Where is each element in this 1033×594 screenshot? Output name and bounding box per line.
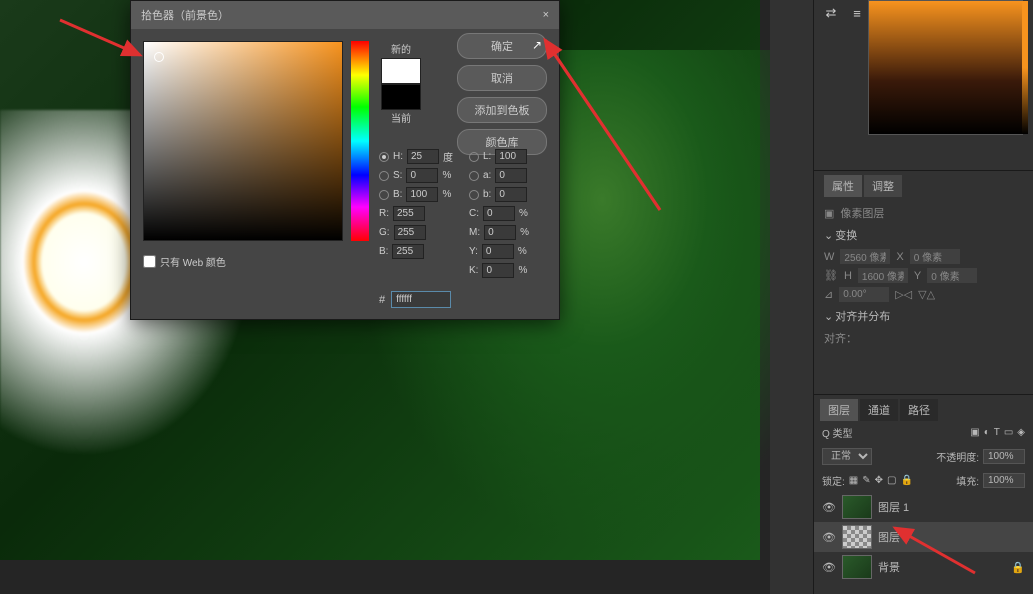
y-pos-input[interactable] bbox=[927, 268, 977, 283]
angle-icon: ⊿ bbox=[824, 288, 833, 301]
align-section[interactable]: 对齐并分布 bbox=[824, 304, 1023, 328]
align-label: 对齐： bbox=[824, 328, 1023, 348]
right-panel: ⇄ ≡ A| ¶ 属性 调整 ▣像素图层 变换 W X ⛓ H Y ⊿ ▷◁ ▽… bbox=[813, 0, 1033, 594]
radio-b[interactable] bbox=[469, 190, 479, 200]
flip-v-icon[interactable]: ▽△ bbox=[918, 288, 935, 301]
web-only-label: 只有 Web 颜色 bbox=[160, 254, 226, 269]
current-color-label: 当前 bbox=[381, 110, 421, 125]
layer-thumb bbox=[842, 555, 872, 579]
c-input[interactable] bbox=[483, 206, 515, 221]
lock-brush-icon[interactable]: ✎ bbox=[862, 475, 870, 486]
filter-shape-icon[interactable]: ▭ bbox=[1004, 427, 1013, 438]
visibility-icon[interactable]: 👁 bbox=[822, 501, 836, 514]
layer-name: 背景 bbox=[878, 559, 900, 575]
layer-thumb bbox=[842, 495, 872, 519]
tab-properties[interactable]: 属性 bbox=[824, 175, 862, 197]
width-input[interactable] bbox=[840, 249, 890, 264]
tab-paths[interactable]: 路径 bbox=[900, 399, 938, 421]
color-picker-dialog: 拾色器（前景色） × 新的 当前 确定 取消 添加到色板 颜色库 H:度 L: … bbox=[130, 0, 560, 320]
visibility-icon[interactable]: 👁 bbox=[822, 531, 836, 544]
radio-l[interactable] bbox=[469, 152, 479, 162]
l-input[interactable] bbox=[495, 149, 527, 164]
opacity-input[interactable] bbox=[983, 449, 1025, 464]
layer-row-2[interactable]: 👁 图层 2 bbox=[814, 522, 1033, 552]
hue-slider[interactable] bbox=[351, 41, 369, 241]
layer-row-1[interactable]: 👁 图层 1 bbox=[814, 492, 1033, 522]
tab-adjustments[interactable]: 调整 bbox=[864, 175, 902, 197]
link-icon[interactable]: ⛓ bbox=[824, 269, 838, 282]
m-input[interactable] bbox=[484, 225, 516, 240]
transform-section[interactable]: 变换 bbox=[824, 223, 1023, 247]
lock-artboard-icon[interactable]: ▢ bbox=[887, 475, 896, 486]
dialog-title: 拾色器（前景色） bbox=[141, 7, 229, 23]
filter-type-icon[interactable]: T bbox=[994, 427, 1000, 438]
web-only-checkbox[interactable] bbox=[143, 255, 156, 268]
align-icon[interactable]: ≡ bbox=[848, 4, 866, 22]
b2-input[interactable] bbox=[392, 244, 424, 259]
filter-smart-icon[interactable]: ◈ bbox=[1017, 427, 1025, 438]
height-input[interactable] bbox=[858, 268, 908, 283]
lock-move-icon[interactable]: ✥ bbox=[875, 475, 883, 486]
cancel-button[interactable]: 取消 bbox=[457, 65, 547, 91]
color-panel-gradient[interactable] bbox=[868, 0, 1023, 135]
layer-thumb bbox=[842, 525, 872, 549]
add-to-swatches-button[interactable]: 添加到色板 bbox=[457, 97, 547, 123]
lock-all-icon[interactable]: 🔒 bbox=[900, 475, 912, 486]
visibility-icon[interactable]: 👁 bbox=[822, 561, 836, 574]
lock-trans-icon[interactable]: ▦ bbox=[849, 475, 858, 486]
layer-row-bg[interactable]: 👁 背景 🔒 bbox=[814, 552, 1033, 582]
dialog-titlebar[interactable]: 拾色器（前景色） × bbox=[131, 1, 559, 29]
flip-h-icon[interactable]: ▷◁ bbox=[895, 288, 912, 301]
fill-input[interactable] bbox=[983, 473, 1025, 488]
saturation-field[interactable] bbox=[143, 41, 343, 241]
close-icon[interactable]: × bbox=[543, 9, 549, 21]
h-input[interactable] bbox=[407, 149, 439, 164]
k-input[interactable] bbox=[482, 263, 514, 278]
b-input[interactable] bbox=[495, 187, 527, 202]
lock-icon: 🔒 bbox=[1011, 561, 1025, 574]
kind-filter[interactable]: Q 类型 bbox=[822, 425, 853, 440]
hex-label: # bbox=[379, 294, 385, 306]
radio-a[interactable] bbox=[469, 171, 479, 181]
blend-mode-select[interactable]: 正常 bbox=[822, 448, 872, 465]
layers-panel: 图层 通道 路径 Q 类型 ▣ ◐ T ▭ ◈ 正常 不透明度: 锁定: ▦ ✎… bbox=[814, 394, 1033, 594]
s-input[interactable] bbox=[406, 168, 438, 183]
pixel-layer-label: 像素图层 bbox=[840, 205, 884, 221]
angle-input[interactable] bbox=[839, 287, 889, 302]
y-input[interactable] bbox=[482, 244, 514, 259]
hex-input[interactable] bbox=[391, 291, 451, 308]
g-input[interactable] bbox=[394, 225, 426, 240]
pixel-layer-icon: ▣ bbox=[824, 207, 834, 220]
radio-s[interactable] bbox=[379, 171, 389, 181]
saturation-cursor[interactable] bbox=[154, 52, 164, 62]
filter-image-icon[interactable]: ▣ bbox=[970, 427, 979, 438]
new-color-label: 新的 bbox=[381, 41, 421, 56]
a-input[interactable] bbox=[495, 168, 527, 183]
tab-channels[interactable]: 通道 bbox=[860, 399, 898, 421]
r-input[interactable] bbox=[393, 206, 425, 221]
current-color-swatch bbox=[381, 84, 421, 110]
ok-button[interactable]: 确定 bbox=[457, 33, 547, 59]
x-input[interactable] bbox=[910, 249, 960, 264]
filter-adjust-icon[interactable]: ◐ bbox=[984, 427, 990, 438]
bv-input[interactable] bbox=[406, 187, 438, 202]
tab-layers[interactable]: 图层 bbox=[820, 399, 858, 421]
new-color-swatch bbox=[381, 58, 421, 84]
layer-name: 图层 2 bbox=[878, 529, 909, 545]
radio-h[interactable] bbox=[379, 152, 389, 162]
swap-icon[interactable]: ⇄ bbox=[822, 4, 840, 22]
radio-bv[interactable] bbox=[379, 190, 389, 200]
layer-name: 图层 1 bbox=[878, 499, 909, 515]
